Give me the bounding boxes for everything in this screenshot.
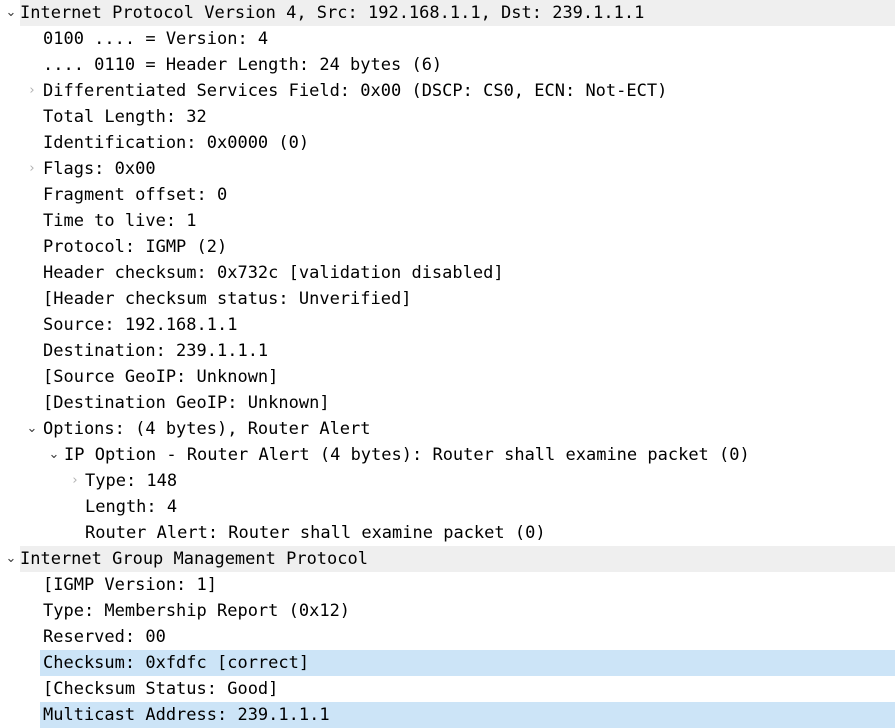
tree-item-label: .... 0110 = Header Length: 24 bytes (6) xyxy=(43,52,442,78)
tree-item-label: Time to live: 1 xyxy=(43,208,197,234)
tree-item-label: Type: Membership Report (0x12) xyxy=(43,598,350,624)
tree-item-label: Checksum: 0xfdfc [correct] xyxy=(43,650,309,676)
tree-item-destination-geoip[interactable]: [Destination GeoIP: Unknown] xyxy=(0,390,895,416)
tree-item-source-geoip[interactable]: [Source GeoIP: Unknown] xyxy=(0,364,895,390)
packet-details-tree[interactable]: ⌄Internet Protocol Version 4, Src: 192.1… xyxy=(0,0,895,728)
tree-item-igmp-version[interactable]: [IGMP Version: 1] xyxy=(0,572,895,598)
tree-item-options[interactable]: ⌄Options: (4 bytes), Router Alert xyxy=(0,416,895,442)
tree-item-router-alert-value[interactable]: Router Alert: Router shall examine packe… xyxy=(0,520,895,546)
chevron-right-icon[interactable]: › xyxy=(67,468,83,494)
tree-item-label: Multicast Address: 239.1.1.1 xyxy=(43,702,330,728)
tree-item-option-length[interactable]: Length: 4 xyxy=(0,494,895,520)
tree-item-label: Length: 4 xyxy=(85,494,177,520)
tree-item-fragment-offset[interactable]: Fragment offset: 0 xyxy=(0,182,895,208)
tree-item-identification[interactable]: Identification: 0x0000 (0) xyxy=(0,130,895,156)
tree-item-ip-option-router-alert[interactable]: ⌄IP Option - Router Alert (4 bytes): Rou… xyxy=(0,442,895,468)
tree-item-igmp-checksum[interactable]: Checksum: 0xfdfc [correct] xyxy=(0,650,895,676)
tree-item-igmp-multicast-address[interactable]: Multicast Address: 239.1.1.1 xyxy=(0,702,895,728)
tree-item-header-checksum[interactable]: Header checksum: 0x732c [validation disa… xyxy=(0,260,895,286)
tree-item-label: IP Option - Router Alert (4 bytes): Rout… xyxy=(64,442,750,468)
tree-item-ipv4[interactable]: ⌄Internet Protocol Version 4, Src: 192.1… xyxy=(0,0,895,26)
chevron-down-icon[interactable]: ⌄ xyxy=(24,416,40,442)
tree-item-label: [Destination GeoIP: Unknown] xyxy=(43,390,330,416)
tree-item-label: Total Length: 32 xyxy=(43,104,207,130)
tree-item-ttl[interactable]: Time to live: 1 xyxy=(0,208,895,234)
tree-item-label: Flags: 0x00 xyxy=(43,156,156,182)
tree-item-igmp-reserved[interactable]: Reserved: 00 xyxy=(0,624,895,650)
tree-item-label: Router Alert: Router shall examine packe… xyxy=(85,520,546,546)
chevron-down-icon[interactable]: ⌄ xyxy=(3,546,19,572)
tree-item-label: Internet Protocol Version 4, Src: 192.16… xyxy=(20,0,644,26)
chevron-down-icon[interactable]: ⌄ xyxy=(46,442,62,468)
tree-item-label: Header checksum: 0x732c [validation disa… xyxy=(43,260,504,286)
chevron-down-icon[interactable]: ⌄ xyxy=(3,0,19,26)
tree-item-protocol[interactable]: Protocol: IGMP (2) xyxy=(0,234,895,260)
tree-item-label: Destination: 239.1.1.1 xyxy=(43,338,268,364)
tree-item-option-type[interactable]: ›Type: 148 xyxy=(0,468,895,494)
tree-item-label: Internet Group Management Protocol xyxy=(20,546,368,572)
chevron-right-icon[interactable]: › xyxy=(24,78,40,104)
tree-item-destination[interactable]: Destination: 239.1.1.1 xyxy=(0,338,895,364)
tree-item-label: Protocol: IGMP (2) xyxy=(43,234,227,260)
tree-item-label: Options: (4 bytes), Router Alert xyxy=(43,416,371,442)
tree-item-dsfield[interactable]: ›Differentiated Services Field: 0x00 (DS… xyxy=(0,78,895,104)
tree-item-header-length[interactable]: .... 0110 = Header Length: 24 bytes (6) xyxy=(0,52,895,78)
tree-item-label: [Header checksum status: Unverified] xyxy=(43,286,411,312)
tree-item-label: [Checksum Status: Good] xyxy=(43,676,278,702)
tree-item-label: 0100 .... = Version: 4 xyxy=(43,26,268,52)
tree-item-source[interactable]: Source: 192.168.1.1 xyxy=(0,312,895,338)
tree-item-label: [IGMP Version: 1] xyxy=(43,572,217,598)
tree-item-label: Differentiated Services Field: 0x00 (DSC… xyxy=(43,78,667,104)
tree-item-igmp-checksum-status[interactable]: [Checksum Status: Good] xyxy=(0,676,895,702)
tree-item-label: Type: 148 xyxy=(85,468,177,494)
tree-item-flags[interactable]: ›Flags: 0x00 xyxy=(0,156,895,182)
tree-item-version[interactable]: 0100 .... = Version: 4 xyxy=(0,26,895,52)
tree-item-label: Identification: 0x0000 (0) xyxy=(43,130,309,156)
tree-item-label: Reserved: 00 xyxy=(43,624,166,650)
tree-item-igmp-type[interactable]: Type: Membership Report (0x12) xyxy=(0,598,895,624)
tree-item-label: [Source GeoIP: Unknown] xyxy=(43,364,278,390)
tree-item-label: Fragment offset: 0 xyxy=(43,182,227,208)
tree-item-header-checksum-status[interactable]: [Header checksum status: Unverified] xyxy=(0,286,895,312)
chevron-right-icon[interactable]: › xyxy=(24,156,40,182)
tree-item-label: Source: 192.168.1.1 xyxy=(43,312,237,338)
tree-item-igmp[interactable]: ⌄Internet Group Management Protocol xyxy=(0,546,895,572)
tree-item-total-length[interactable]: Total Length: 32 xyxy=(0,104,895,130)
